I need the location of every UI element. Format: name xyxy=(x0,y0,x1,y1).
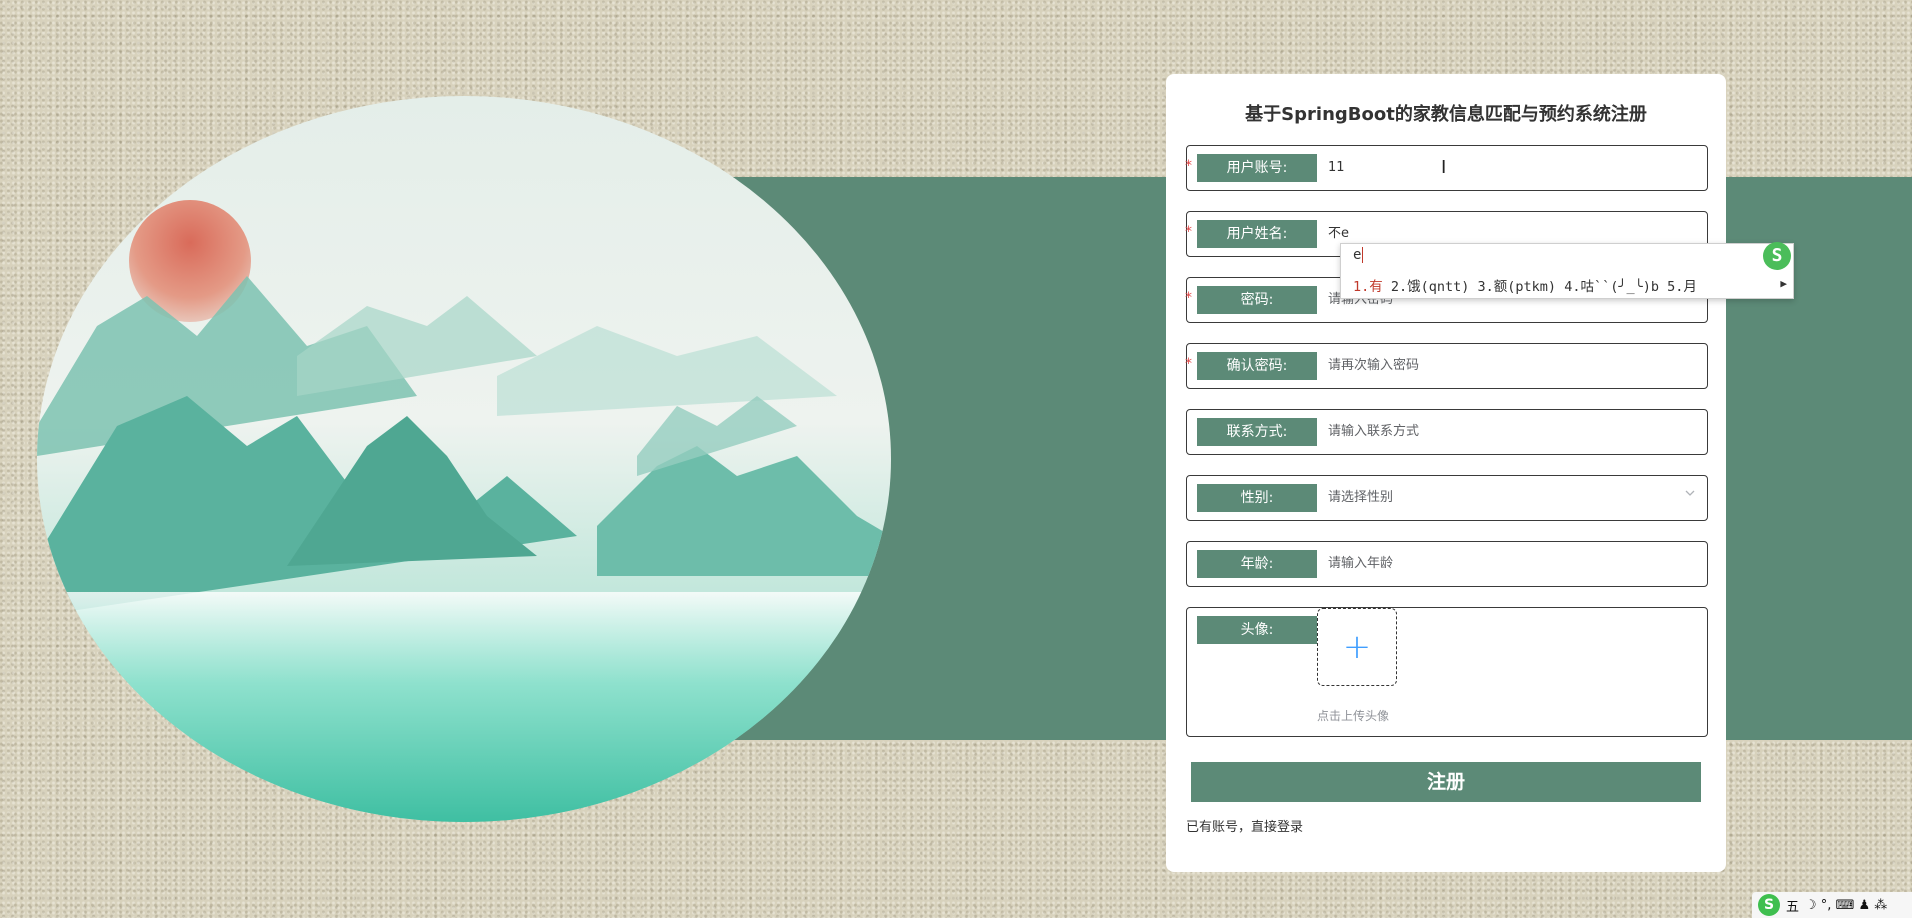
age-field[interactable]: 年龄: 请输入年龄 xyxy=(1186,541,1708,587)
password-label: 密码: xyxy=(1197,286,1317,314)
ime-candidate-window: e 1.有 2.饿(qntt) 3.额(ptkm) 4.咕``(╯_╰)b 5.… xyxy=(1340,242,1794,299)
ime-candidates[interactable]: 1.有 2.饿(qntt) 3.额(ptkm) 4.咕``(╯_╰)b 5.月 xyxy=(1353,275,1697,295)
landscape-illustration xyxy=(37,96,891,822)
register-card: 基于SpringBoot的家教信息匹配与预约系统注册 * 用户账号: 11 * … xyxy=(1166,74,1726,872)
required-mark: * xyxy=(1185,356,1192,372)
ime-status-bar[interactable]: S 五 ☽ °, ⌨ ♟ ⁂ xyxy=(1752,892,1912,918)
confirm-password-field[interactable]: * 确认密码: 请再次输入密码 xyxy=(1185,343,1708,389)
river xyxy=(37,592,891,822)
avatar-label: 头像: xyxy=(1197,616,1317,644)
account-input[interactable]: 11 xyxy=(1328,146,1345,190)
ime-composition: e xyxy=(1353,247,1362,263)
gender-label: 性别: xyxy=(1197,484,1317,512)
confirm-password-label: 确认密码: xyxy=(1197,352,1317,380)
account-field[interactable]: * 用户账号: 11 xyxy=(1185,145,1708,191)
avatar-upload-button[interactable]: + xyxy=(1317,608,1397,686)
plus-icon: + xyxy=(1342,627,1372,667)
gender-select[interactable]: 性别: 请选择性别 xyxy=(1186,475,1708,521)
ime-candidate-rest[interactable]: 2.饿(qntt) 3.额(ptkm) 4.咕``(╯_╰)b 5.月 xyxy=(1383,279,1697,295)
contact-field[interactable]: 联系方式: 请输入联系方式 xyxy=(1186,409,1708,455)
sogou-logo-icon: S xyxy=(1763,242,1791,270)
chevron-down-icon[interactable] xyxy=(1685,488,1695,498)
avatar-field: 头像: + 点击上传头像 xyxy=(1186,607,1708,737)
confirm-password-input[interactable]: 请再次输入密码 xyxy=(1328,344,1419,388)
ime-toolbar-icons[interactable]: ☽ °, ⌨ ♟ ⁂ xyxy=(1805,898,1887,913)
name-label: 用户姓名: xyxy=(1197,220,1317,248)
next-page-icon[interactable]: ▶ xyxy=(1780,277,1787,290)
page-title: 基于SpringBoot的家教信息匹配与预约系统注册 xyxy=(1245,104,1647,125)
input-mode-label[interactable]: 五 xyxy=(1786,896,1799,915)
required-mark: * xyxy=(1185,158,1192,174)
avatar-upload-hint: 点击上传头像 xyxy=(1317,709,1390,723)
required-mark: * xyxy=(1185,290,1192,306)
gender-select-value[interactable]: 请选择性别 xyxy=(1328,476,1393,520)
ime-candidate-first[interactable]: 1.有 xyxy=(1353,279,1383,295)
account-label: 用户账号: xyxy=(1197,154,1317,182)
register-button[interactable]: 注册 xyxy=(1191,762,1701,802)
contact-label: 联系方式: xyxy=(1197,418,1317,446)
login-link[interactable]: 已有账号，直接登录 xyxy=(1186,816,1303,835)
contact-input[interactable]: 请输入联系方式 xyxy=(1328,410,1419,454)
required-mark: * xyxy=(1185,224,1192,240)
sogou-icon[interactable]: S xyxy=(1758,894,1780,916)
text-cursor-icon: I xyxy=(1441,157,1447,178)
age-label: 年龄: xyxy=(1197,550,1317,578)
age-input[interactable]: 请输入年龄 xyxy=(1328,542,1393,586)
